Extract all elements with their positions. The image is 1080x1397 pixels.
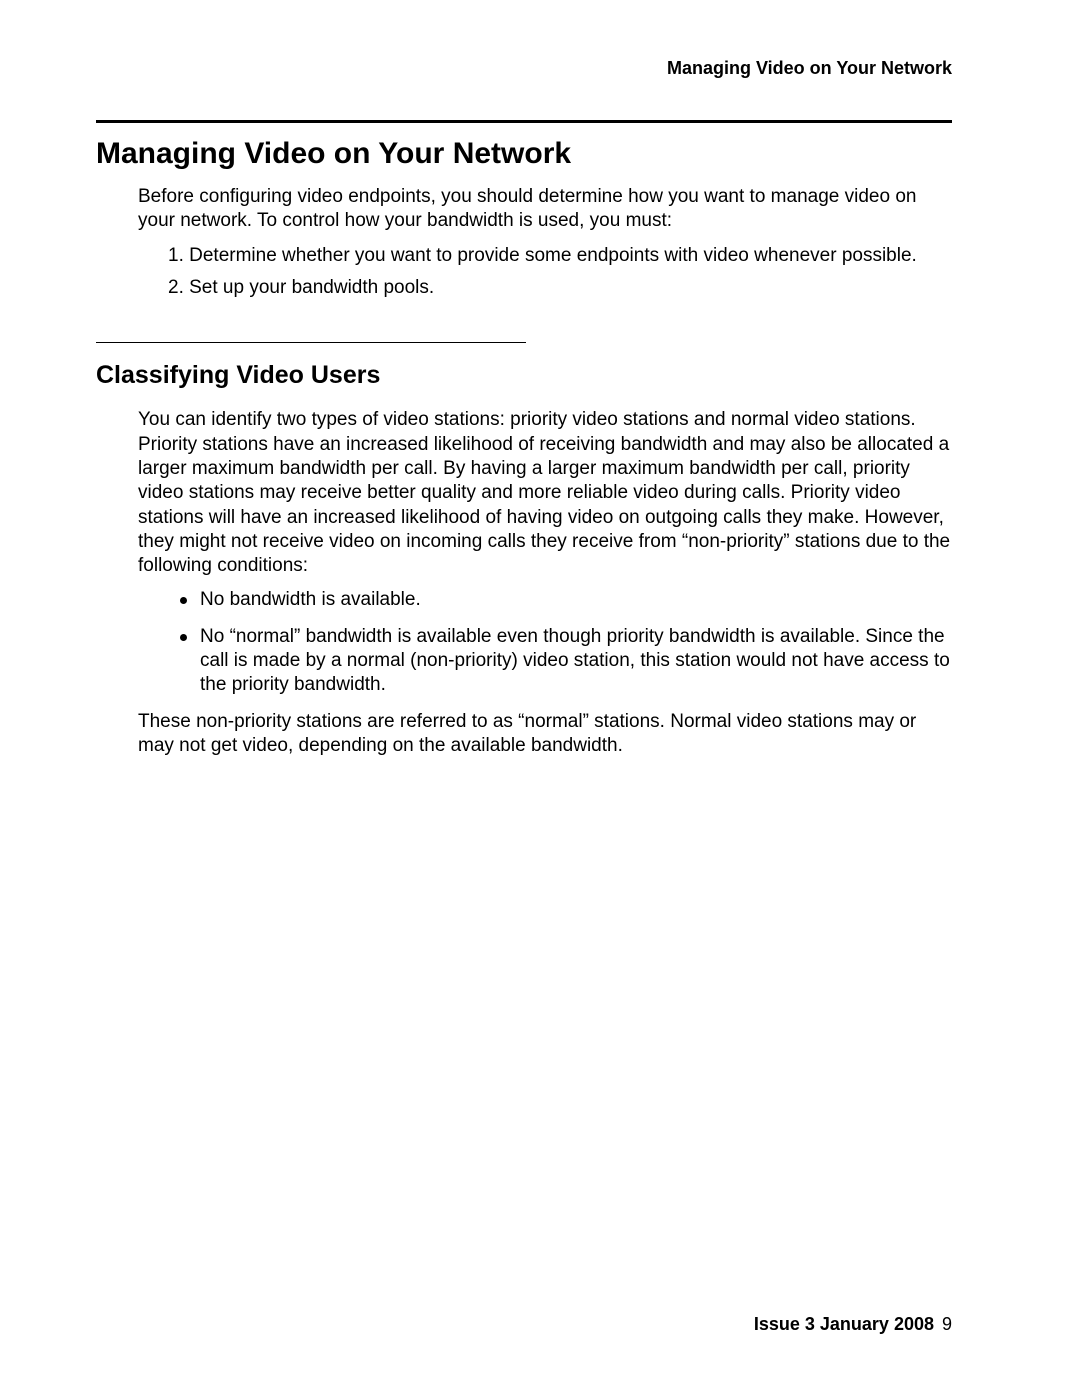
list-item: 2. Set up your bandwidth pools. [168, 276, 952, 300]
numbered-list: 1. Determine whether you want to provide… [168, 244, 952, 301]
subsection-block: You can identify two types of video stat… [138, 408, 952, 758]
intro-paragraph: Before configuring video endpoints, you … [138, 185, 952, 234]
issue-label: Issue 3 January 2008 [754, 1314, 934, 1334]
page-number: 9 [942, 1314, 952, 1334]
bullet-list: No bandwidth is available. No “normal” b… [180, 588, 952, 697]
section-rule-thick [96, 120, 952, 123]
section-rule-thin [96, 342, 526, 343]
section-heading: Classifying Video Users [96, 361, 952, 390]
page-footer: Issue 3 January 2008 9 [754, 1314, 952, 1335]
list-item: No bandwidth is available. [180, 588, 952, 612]
page: Managing Video on Your Network Managing … [0, 0, 1080, 1397]
closing-paragraph: These non-priority stations are referred… [138, 710, 952, 759]
running-header: Managing Video on Your Network [667, 58, 952, 79]
list-item: No “normal” bandwidth is available even … [180, 625, 952, 698]
content-area: Managing Video on Your Network Before co… [96, 120, 952, 768]
subsection-paragraph: You can identify two types of video stat… [138, 408, 952, 578]
intro-block: Before configuring video endpoints, you … [138, 185, 952, 300]
list-item: 1. Determine whether you want to provide… [168, 244, 952, 268]
page-title: Managing Video on Your Network [96, 137, 952, 171]
